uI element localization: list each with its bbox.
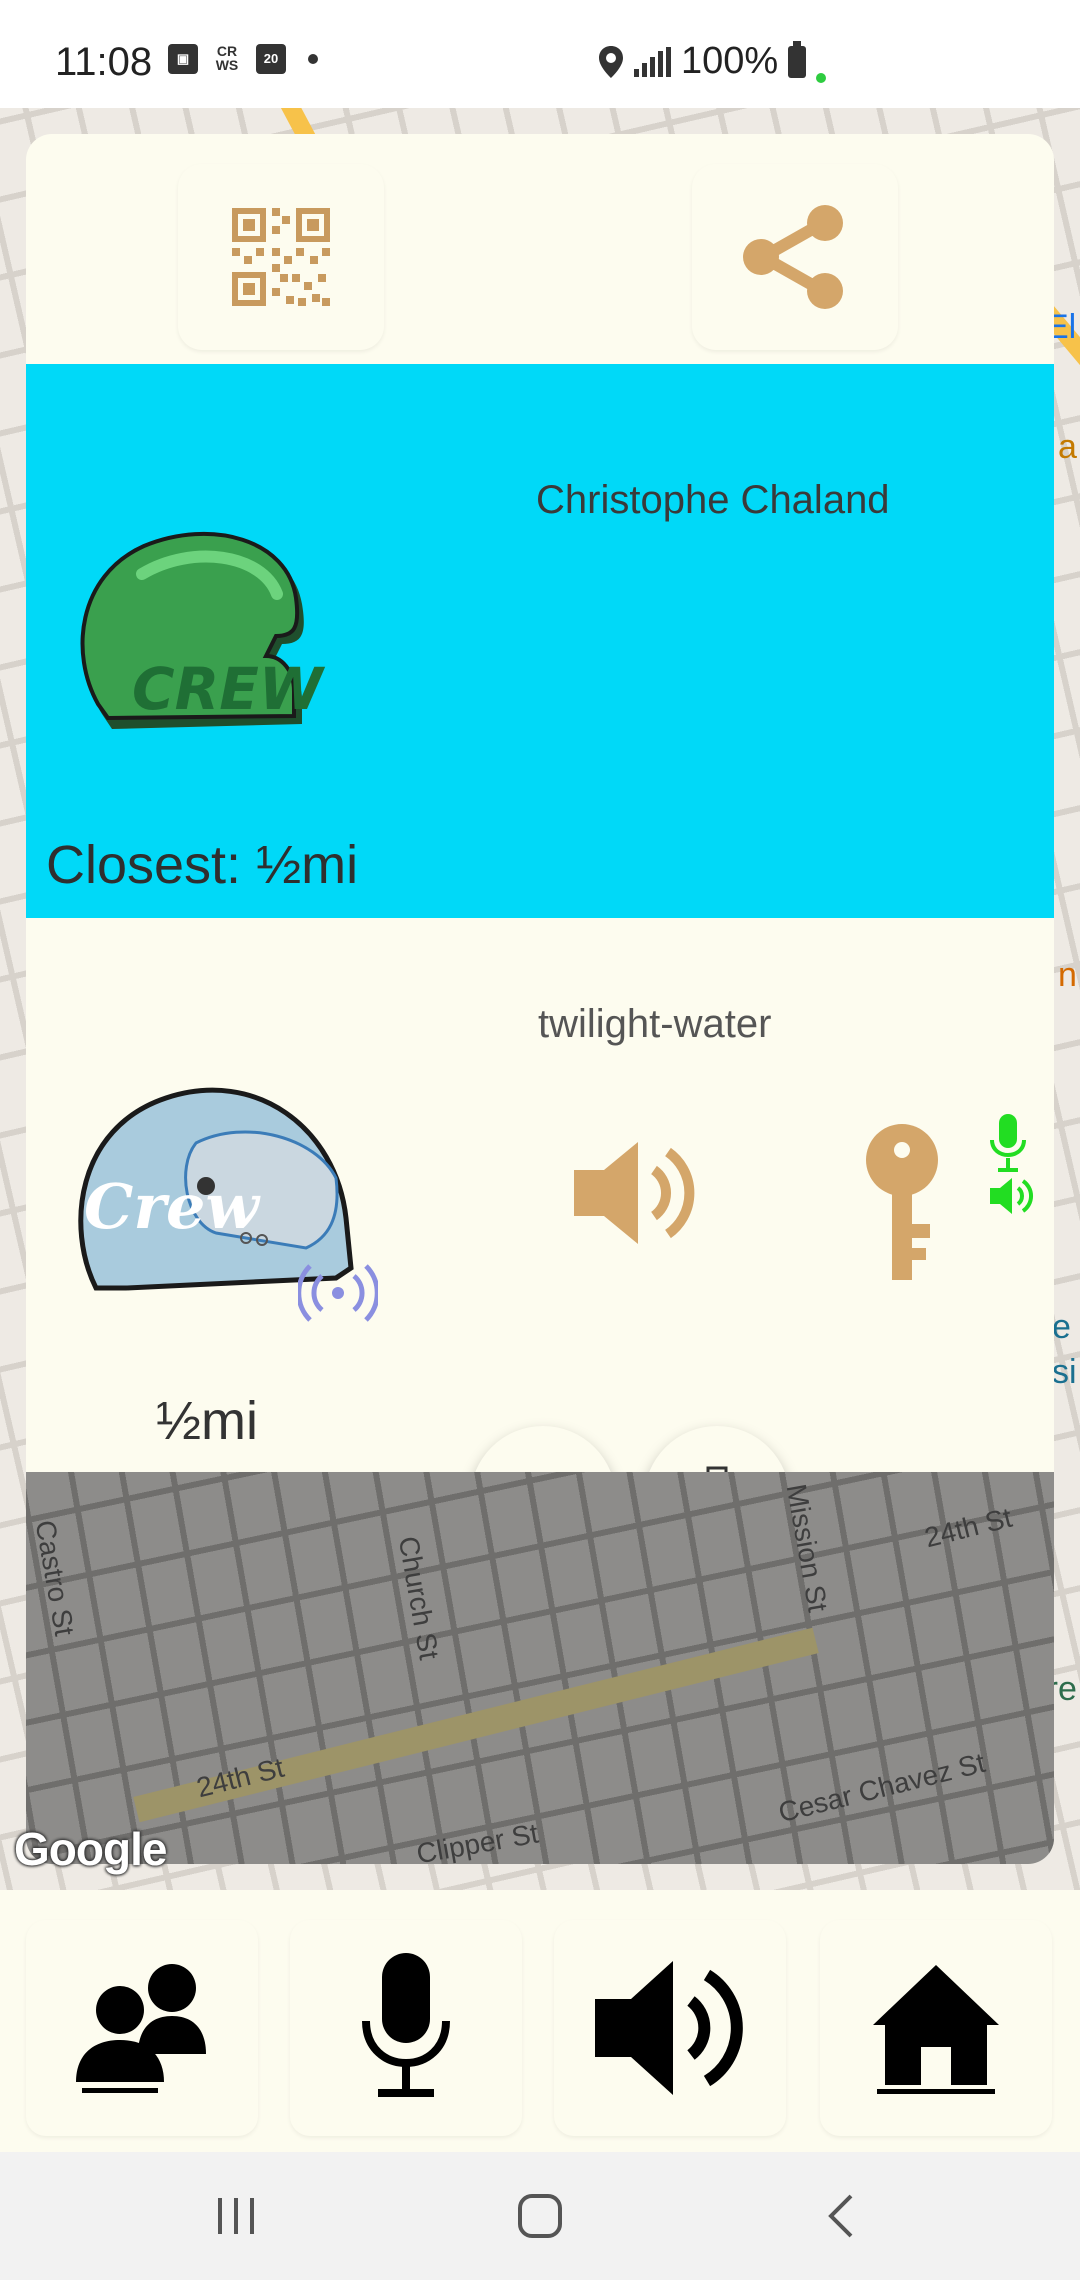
recent-apps-icon	[218, 2198, 254, 2234]
crew-logo: CREW	[72, 514, 352, 759]
speaker-active-icon	[990, 1178, 1033, 1214]
people-icon	[76, 1964, 206, 2093]
battery-percent: 100%	[681, 40, 779, 82]
share-button[interactable]	[692, 164, 898, 350]
gallery-icon: ▣	[168, 44, 198, 74]
member-key-button[interactable]	[862, 1124, 942, 1289]
home-nav-button[interactable]	[500, 2186, 580, 2246]
member-panel[interactable]: twilight-water Crew ½mi	[26, 918, 1054, 1572]
microphone-button[interactable]	[290, 1920, 522, 2136]
notification-icons: ▣ CR WS 20	[168, 44, 318, 74]
crew-card: Christophe Chaland CREW Closest: ½mi twi…	[26, 134, 1054, 1864]
member-distance: ½mi	[156, 1391, 259, 1451]
map-edge-label: n	[1058, 956, 1077, 994]
helmet-text: Crew	[84, 1170, 261, 1243]
member-name: twilight-water	[538, 1002, 772, 1046]
clock: 11:08	[55, 40, 153, 84]
map-edge-label: si	[1052, 1353, 1077, 1391]
back-button[interactable]	[800, 2186, 880, 2246]
speaker-icon	[574, 1142, 695, 1244]
card-map-overlay[interactable]: Castro St Church St Mission St 24th St 2…	[26, 1472, 1054, 1864]
speaker-button[interactable]	[554, 1920, 786, 2136]
share-icon	[743, 205, 843, 309]
location-icon	[599, 45, 623, 78]
qr-code-icon	[232, 208, 330, 306]
map-edge-label: e	[1052, 1308, 1071, 1346]
signal-waves-icon	[298, 1264, 378, 1322]
system-nav-bar	[0, 2152, 1080, 2280]
status-bar: 11:08 ▣ CR WS 20 100%	[0, 0, 1080, 108]
home-icon	[873, 1965, 999, 2094]
bottom-toolbar	[0, 1890, 1080, 2152]
speaker-volume-icon	[595, 1961, 743, 2095]
microphone-active-icon	[990, 1114, 1026, 1172]
closest-distance: Closest: ½mi	[46, 835, 359, 895]
crew-app-icon: CR WS	[215, 43, 239, 73]
back-icon	[828, 2194, 853, 2238]
recent-apps-button[interactable]	[196, 2186, 276, 2246]
battery-icon	[788, 40, 807, 78]
microphone-icon	[362, 1953, 450, 2097]
signal-icon	[634, 46, 671, 77]
privacy-indicator-dot	[816, 73, 827, 83]
member-helmet-avatar: Crew	[66, 1058, 378, 1333]
card-header	[26, 134, 1054, 364]
member-speaker-indicator	[990, 1176, 1034, 1221]
map-edge-label: a	[1058, 428, 1077, 466]
crew-panel[interactable]: Christophe Chaland CREW Closest: ½mi	[26, 364, 1054, 918]
google-attribution: Google	[14, 1823, 167, 1875]
member-volume-button[interactable]	[574, 1138, 704, 1253]
member-mic-indicator	[988, 1114, 1028, 1179]
key-icon	[866, 1124, 938, 1280]
qr-code-button[interactable]	[178, 164, 384, 350]
crew-members-button[interactable]	[26, 1920, 258, 2136]
crew-logo-text: CREW	[132, 655, 326, 723]
home-button[interactable]	[820, 1920, 1052, 2136]
crew-name: Christophe Chaland	[536, 478, 890, 522]
home-nav-icon	[518, 2194, 562, 2238]
more-notifications-dot	[308, 54, 318, 64]
system-icons: 100%	[598, 40, 827, 83]
calendar-icon: 20	[256, 44, 286, 74]
